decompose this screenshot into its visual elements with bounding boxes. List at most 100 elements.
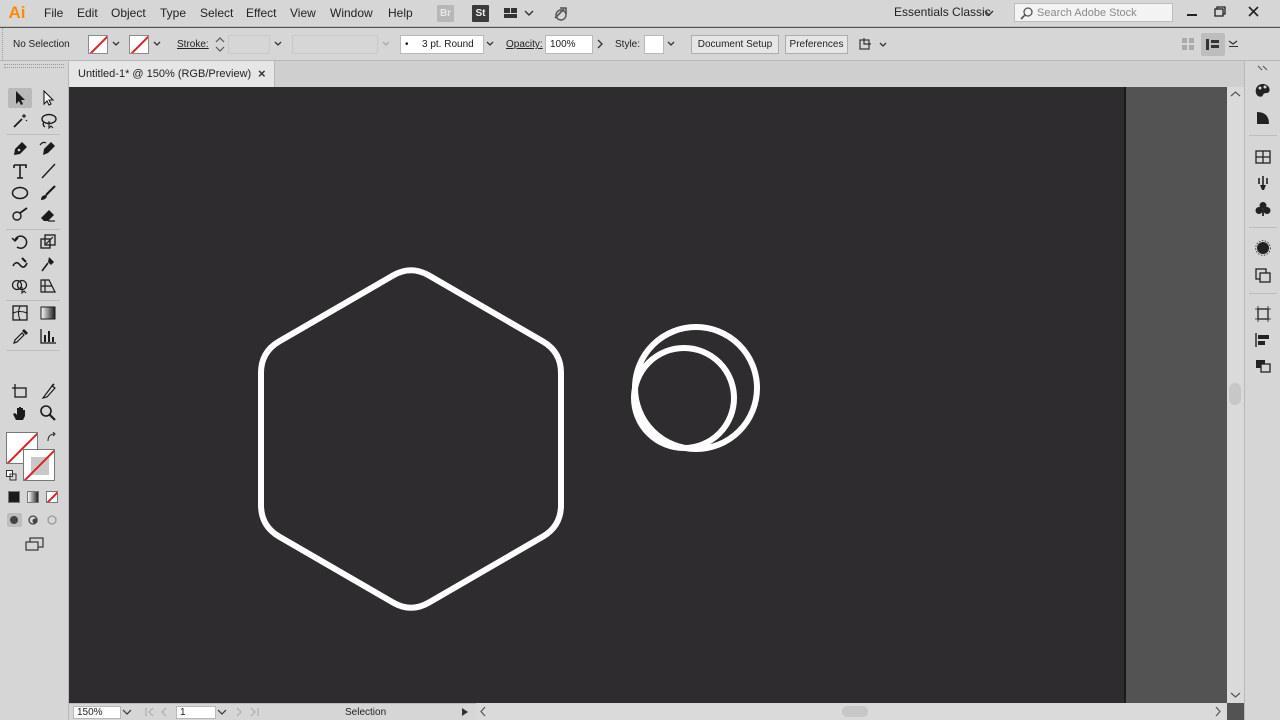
chevron-down-icon[interactable] <box>122 708 132 716</box>
menu-view[interactable]: View <box>290 5 316 22</box>
color-mode-button[interactable] <box>8 491 20 503</box>
type-tool[interactable] <box>8 161 32 181</box>
menu-edit[interactable]: Edit <box>77 5 98 22</box>
swap-fill-stroke-button[interactable] <box>46 431 57 443</box>
swatches-panel-button[interactable] <box>1252 147 1274 167</box>
hand-tool[interactable] <box>8 403 32 423</box>
stock-button[interactable]: St <box>472 5 489 22</box>
menu-type[interactable]: Type <box>160 5 186 22</box>
menu-select[interactable]: Select <box>200 5 233 22</box>
warp-tool[interactable] <box>8 254 32 274</box>
graph-tool[interactable] <box>36 326 60 346</box>
default-fill-stroke-button[interactable] <box>6 470 17 481</box>
scroll-down-icon[interactable] <box>1230 691 1241 699</box>
brush-dropdown[interactable] <box>485 38 495 50</box>
paintbrush-tool[interactable] <box>36 183 60 203</box>
color-guide-panel-button[interactable] <box>1252 108 1274 128</box>
perspective-grid-tool[interactable] <box>36 276 60 296</box>
canvas-area[interactable] <box>69 87 1227 703</box>
document-tab[interactable]: Untitled-1* @ 150% (RGB/Preview) × <box>69 61 275 87</box>
menu-help[interactable]: Help <box>388 5 413 22</box>
scroll-right-icon[interactable] <box>1214 706 1222 717</box>
scale-tool[interactable] <box>36 232 60 252</box>
draw-behind-button[interactable] <box>26 513 41 527</box>
bridge-button[interactable]: Br <box>437 5 454 22</box>
none-mode-button[interactable] <box>46 491 58 503</box>
draw-inside-button[interactable] <box>45 513 60 527</box>
lasso-tool[interactable] <box>36 111 60 131</box>
transform-panel-button[interactable] <box>1252 304 1274 324</box>
scroll-left-icon[interactable] <box>479 706 487 717</box>
magic-wand-tool[interactable] <box>8 111 32 131</box>
fill-swatch[interactable] <box>88 35 108 54</box>
slice-tool[interactable] <box>36 381 60 401</box>
rotate-tool[interactable] <box>8 232 32 252</box>
restore-button[interactable] <box>1206 1 1234 23</box>
close-window-button[interactable] <box>1240 1 1268 23</box>
zoom-level-field[interactable]: 150% <box>73 706 121 719</box>
appearance-panel-button[interactable] <box>1252 238 1274 258</box>
pen-tool[interactable] <box>8 138 32 158</box>
menu-object[interactable]: Object <box>111 5 146 22</box>
opacity-expand[interactable] <box>595 38 605 50</box>
variable-width-profile[interactable] <box>292 35 378 54</box>
stock-search-input[interactable]: Search Adobe Stock <box>1014 3 1173 22</box>
opacity-label[interactable]: Opacity: <box>506 39 543 50</box>
dock-collapse-icon[interactable] <box>1255 65 1271 71</box>
artboard-number-field[interactable]: 1 <box>176 706 216 719</box>
shaper-tool[interactable] <box>8 205 32 225</box>
artboard-tool[interactable] <box>8 381 32 401</box>
stroke-swatch[interactable] <box>129 35 149 54</box>
close-tab-icon[interactable]: × <box>258 66 266 81</box>
stroke-weight-dropdown[interactable] <box>273 38 283 50</box>
horizontal-scrollbar[interactable] <box>476 703 1227 720</box>
hexagon-path[interactable] <box>258 267 564 611</box>
opacity-field[interactable]: 100% <box>545 35 593 54</box>
gradient-tool[interactable] <box>36 303 60 323</box>
graphic-styles-panel-button[interactable] <box>1252 265 1274 285</box>
tools-panel-grip[interactable] <box>4 64 64 68</box>
artboard-nav-next-last-icon[interactable] <box>231 707 261 717</box>
vertical-scroll-thumb[interactable] <box>1229 383 1241 405</box>
artboard[interactable] <box>69 87 1124 703</box>
pathfinder-panel-button[interactable] <box>1252 356 1274 376</box>
line-segment-tool[interactable] <box>36 161 60 181</box>
vertical-scrollbar[interactable] <box>1227 87 1244 703</box>
direct-selection-tool[interactable] <box>36 88 60 108</box>
graphic-style-swatch[interactable] <box>644 35 664 54</box>
status-menu-icon[interactable] <box>461 707 469 717</box>
gpu-performance-button[interactable] <box>551 4 571 23</box>
brush-definition-field[interactable]: • 3 pt. Round <box>400 35 484 54</box>
outer-circle-path[interactable] <box>632 324 760 452</box>
horizontal-scroll-thumb[interactable] <box>842 706 868 717</box>
align-panel-button[interactable] <box>1252 330 1274 350</box>
menu-file[interactable]: File <box>44 5 63 22</box>
brushes-panel-button[interactable] <box>1252 173 1274 193</box>
document-setup-button[interactable]: Document Setup <box>691 35 779 54</box>
workspace-switcher[interactable]: Essentials Classic <box>886 2 1000 24</box>
color-panel-button[interactable] <box>1252 81 1274 101</box>
control-bar-grip[interactable] <box>0 28 3 61</box>
gradient-mode-button[interactable] <box>27 491 39 503</box>
eyedropper-tool[interactable] <box>8 326 32 346</box>
symbols-panel-button[interactable] <box>1252 199 1274 219</box>
stroke-color-dropdown[interactable] <box>152 38 162 50</box>
selection-tool[interactable] <box>8 88 32 108</box>
isolate-button[interactable] <box>1181 37 1195 51</box>
stroke-color-box[interactable] <box>23 449 55 481</box>
draw-normal-button[interactable] <box>7 513 22 527</box>
arrange-transform-button[interactable] <box>858 35 890 54</box>
stroke-label[interactable]: Stroke: <box>177 39 209 50</box>
inner-circle-path[interactable] <box>631 345 737 451</box>
graphic-style-dropdown[interactable] <box>666 38 676 50</box>
menu-effect[interactable]: Effect <box>246 5 276 22</box>
preferences-button[interactable]: Preferences <box>785 35 848 54</box>
menu-window[interactable]: Window <box>330 5 373 22</box>
fill-dropdown[interactable] <box>111 38 121 50</box>
stroke-weight-field[interactable] <box>228 35 270 54</box>
screen-mode-button[interactable] <box>24 536 46 552</box>
variable-width-dropdown[interactable] <box>381 38 391 50</box>
scroll-up-icon[interactable] <box>1230 90 1241 98</box>
eraser-tool[interactable] <box>36 205 60 225</box>
minimize-button[interactable] <box>1178 1 1206 23</box>
